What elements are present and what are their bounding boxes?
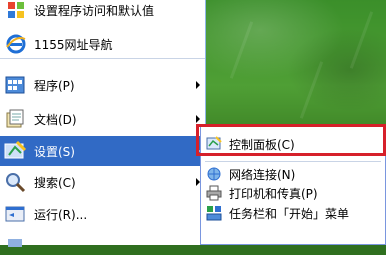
menu-item-search[interactable]: 搜索(C) [0, 167, 205, 197]
pinned-item-browser[interactable]: 1155网址导航 [0, 30, 205, 58]
run-icon [2, 201, 28, 227]
start-menu: 设置程序访问和默认值 1155网址导航 程序(P) 文档(D) 设置(S) 搜索… [0, 0, 206, 247]
menu-item-partial [0, 235, 205, 249]
wallpaper-grass-streak [229, 21, 254, 79]
search-icon [2, 169, 28, 195]
printer-icon [205, 184, 223, 202]
menu-item-documents[interactable]: 文档(D) [0, 104, 205, 134]
menu-item-label: 文档(D) [34, 112, 77, 127]
submenu-arrow-icon [196, 81, 200, 89]
network-connections-icon [205, 165, 223, 183]
windows-logo-icon [4, 0, 28, 22]
pinned-item-set-program-access[interactable]: 设置程序访问和默认值 [0, 0, 205, 24]
wallpaper-grass-streak [349, 11, 374, 69]
wallpaper-grass-streak [299, 61, 324, 119]
menu-separator [0, 58, 205, 59]
menu-item-label: 运行(R)... [34, 207, 88, 222]
submenu-item-label: 控制面板(C) [229, 137, 295, 152]
submenu-item-label: 打印机和传真(P) [229, 186, 318, 201]
pinned-item-label: 设置程序访问和默认值 [34, 3, 155, 18]
documents-icon [2, 106, 28, 132]
programs-icon [2, 72, 28, 98]
menu-item-label: 搜索(C) [34, 175, 76, 190]
submenu-item-printers-faxes[interactable]: 打印机和传真(P) [201, 182, 385, 204]
submenu-item-taskbar-start-menu[interactable]: 任务栏和「开始」菜单 [201, 202, 385, 224]
submenu-item-label: 网络连接(N) [229, 167, 296, 182]
menu-item-programs[interactable]: 程序(P) [0, 70, 205, 100]
menu-item-label: 设置(S) [34, 144, 75, 159]
submenu-separator [205, 161, 381, 162]
menu-item-run[interactable]: 运行(R)... [0, 199, 205, 229]
pinned-item-label: 1155网址导航 [34, 37, 113, 52]
settings-submenu: 控制面板(C) 网络连接(N) 打印机和传真(P) 任务栏和「开始」菜单 [200, 124, 386, 245]
settings-icon [2, 138, 28, 164]
menu-item-settings[interactable]: 设置(S) [0, 136, 205, 166]
internet-explorer-icon [4, 32, 28, 56]
menu-item-label: 程序(P) [34, 78, 75, 93]
submenu-arrow-icon [196, 115, 200, 123]
taskbar-icon [205, 204, 223, 222]
control-panel-icon [205, 135, 223, 153]
partial-icon [2, 229, 28, 255]
submenu-item-control-panel[interactable]: 控制面板(C) [201, 133, 385, 155]
submenu-item-label: 任务栏和「开始」菜单 [229, 206, 350, 221]
